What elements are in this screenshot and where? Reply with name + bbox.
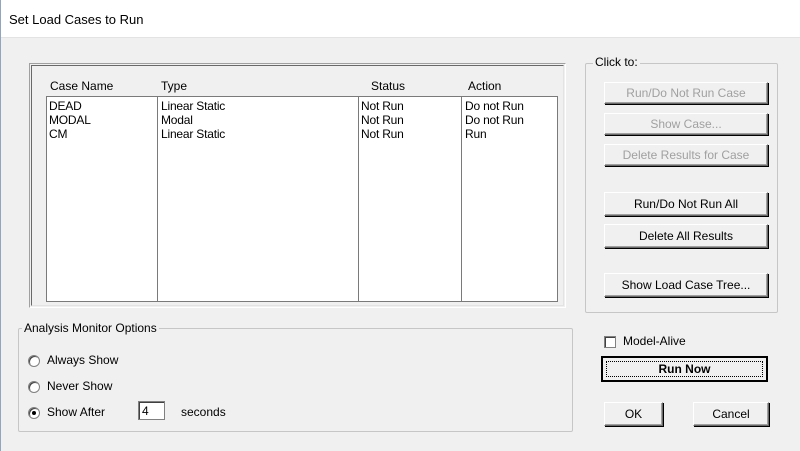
ok-button[interactable]: OK: [604, 402, 663, 426]
run-do-not-run-case-button[interactable]: Run/Do Not Run Case: [604, 82, 768, 104]
row-1-case-name[interactable]: DEAD: [49, 100, 82, 113]
show-load-case-tree-button[interactable]: Show Load Case Tree...: [604, 273, 768, 297]
row-1-action[interactable]: Do not Run: [465, 100, 524, 113]
radio-selected-dot: [32, 411, 36, 415]
row-2-action[interactable]: Do not Run: [465, 114, 524, 127]
header-type: Type: [161, 79, 188, 93]
always-show-label[interactable]: Always Show: [47, 353, 118, 367]
dialog-window: Set Load Cases to Run Case Name Type Sta…: [0, 0, 800, 451]
show-case-button[interactable]: Show Case...: [604, 113, 768, 135]
header-status: Status: [371, 79, 406, 93]
run-do-not-run-all-button[interactable]: Run/Do Not Run All: [604, 192, 768, 216]
show-after-radio[interactable]: [28, 407, 40, 419]
row-2-type[interactable]: Modal: [161, 114, 193, 127]
row-1-status[interactable]: Not Run: [361, 100, 404, 113]
show-after-label[interactable]: Show After: [47, 405, 105, 419]
row-2-case-name[interactable]: MODAL: [49, 114, 91, 127]
title-bar: Set Load Cases to Run: [1, 0, 800, 38]
row-3-type[interactable]: Linear Static: [161, 128, 225, 141]
header-case-name: Case Name: [50, 79, 114, 93]
model-alive-checkbox[interactable]: [604, 336, 616, 348]
row-2-status[interactable]: Not Run: [361, 114, 404, 127]
window-title: Set Load Cases to Run: [9, 12, 144, 27]
never-show-label[interactable]: Never Show: [47, 379, 112, 393]
delete-all-results-button[interactable]: Delete All Results: [604, 224, 768, 248]
click-to-label: Click to:: [593, 55, 640, 69]
model-alive-label[interactable]: Model-Alive: [623, 334, 686, 348]
header-action: Action: [468, 79, 502, 93]
delete-results-for-case-button[interactable]: Delete Results for Case: [604, 144, 768, 166]
seconds-label: seconds: [181, 405, 226, 419]
row-3-case-name[interactable]: CM: [49, 128, 67, 141]
always-show-radio[interactable]: [28, 355, 40, 367]
analysis-monitor-options-label: Analysis Monitor Options: [22, 321, 159, 335]
row-3-action[interactable]: Run: [465, 128, 487, 141]
never-show-radio[interactable]: [28, 381, 40, 393]
row-1-type[interactable]: Linear Static: [161, 100, 225, 113]
focus-rectangle: [606, 361, 763, 377]
cancel-button[interactable]: Cancel: [693, 402, 769, 426]
run-now-button[interactable]: Run Now: [601, 356, 768, 382]
row-3-status[interactable]: Not Run: [361, 128, 404, 141]
show-after-seconds-input[interactable]: 4: [138, 401, 165, 420]
